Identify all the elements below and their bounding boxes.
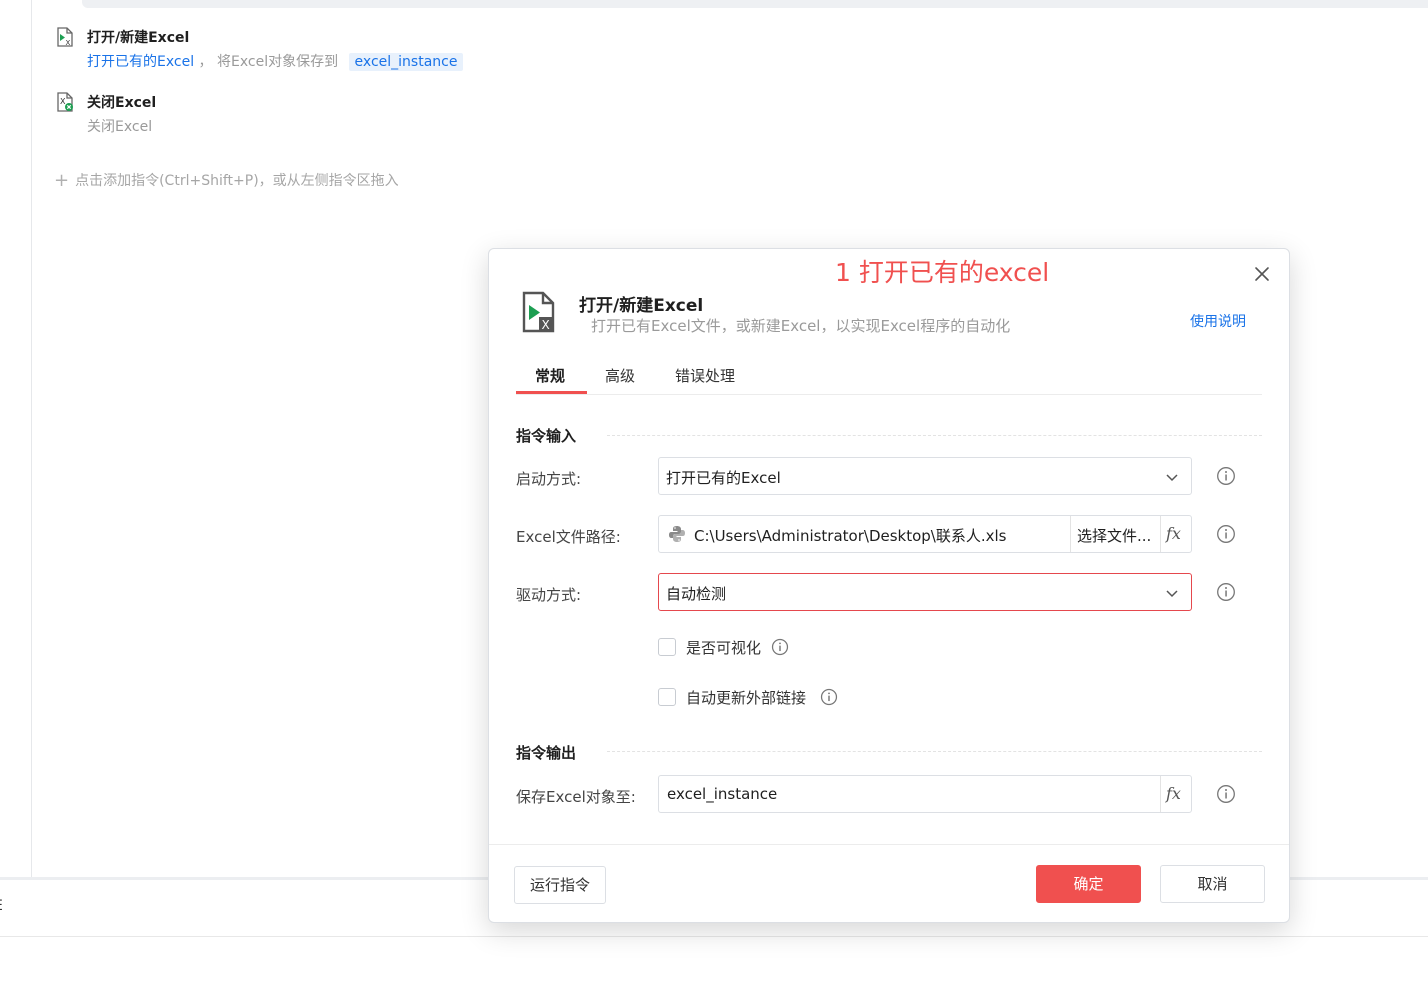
tab-advanced[interactable]: 高级 [605,365,635,386]
tab-general[interactable]: 常规 [535,365,565,386]
add-command-hint[interactable]: + 点击添加指令(Ctrl+Shift+P)，或从左侧指令区拖入 [54,170,399,191]
excel-close-icon: X [57,92,73,112]
save-to-label: 保存Excel对象至: [516,788,636,806]
visible-checkbox[interactable] [658,638,676,656]
chevron-down-icon [1166,590,1178,598]
driver-label: 驱动方式: [516,586,582,604]
info-icon[interactable] [1216,466,1236,486]
info-icon[interactable] [1216,784,1236,804]
active-tab-indicator [516,391,587,394]
tab-error-handling[interactable]: 错误处理 [675,365,735,386]
run-command-button[interactable]: 运行指令 [514,866,606,904]
update-links-label: 自动更新外部链接 [686,689,807,707]
dialog-subtitle: 打开已有Excel文件，或新建Excel，以实现Excel程序的自动化 [591,317,1011,335]
launch-mode-value: 打开已有的Excel [666,469,781,487]
footer-divider [489,844,1289,845]
field-divider [1160,516,1161,552]
help-link[interactable]: 使用说明 [1190,311,1246,331]
output-section-title: 指令输出 [516,744,577,762]
fx-button[interactable]: fx [1166,784,1181,803]
info-icon[interactable] [1216,582,1236,602]
command-title: 关闭Excel [87,95,157,111]
save-to-input[interactable]: excel_instance fx [658,775,1192,813]
command-description: 打开已有的Excel ， 将Excel对象保存到 excel_instance [87,51,464,71]
chevron-down-icon [1166,474,1178,482]
bottom-panel-divider [0,936,1428,937]
svg-text:X: X [60,97,66,106]
section-divider [607,435,1262,436]
info-icon[interactable] [1216,524,1236,544]
command-mode-link[interactable]: 打开已有的Excel [87,54,194,70]
input-section-title: 指令输入 [516,427,577,445]
launch-mode-label: 启动方式: [516,470,582,488]
visible-label: 是否可视化 [686,639,762,657]
excel-open-icon: X [57,27,73,47]
python-icon [669,526,685,542]
info-icon[interactable] [771,638,789,656]
top-toolbar-strip [82,0,1428,8]
fx-button[interactable]: fx [1166,524,1181,543]
close-icon[interactable] [1251,263,1273,285]
variable-chip[interactable]: excel_instance [348,53,464,71]
dialog-title: 打开/新建Excel [579,296,704,316]
open-excel-dialog: 1 打开已有的excel X 打开/新建Excel 打开已有Excel文件，或新… [488,248,1290,923]
save-to-value: excel_instance [667,785,778,803]
svg-text:X: X [542,318,550,332]
svg-text:X: X [66,39,71,47]
file-path-input[interactable]: C:\Users\Administrator\Desktop\联系人.xls 选… [658,515,1192,553]
add-command-hint-text: 点击添加指令(Ctrl+Shift+P)，或从左侧指令区拖入 [75,173,399,189]
driver-select[interactable]: 自动检测 [658,573,1192,611]
bottom-panel-label: E [0,898,3,914]
field-divider [1160,776,1161,812]
command-title: 打开/新建Excel [87,30,190,46]
file-path-value: C:\Users\Administrator\Desktop\联系人.xls [694,527,1007,545]
confirm-button[interactable]: 确定 [1036,865,1141,903]
info-icon[interactable] [820,688,838,706]
choose-file-button[interactable]: 选择文件... [1077,525,1151,546]
editor-left-rule [31,0,32,878]
file-path-label: Excel文件路径: [516,528,621,546]
command-desc-text: ， 将Excel对象保存到 [198,54,339,70]
section-divider [607,751,1262,752]
annotation-text: 1 打开已有的excel [835,258,1050,287]
update-links-checkbox[interactable] [658,688,676,706]
driver-value: 自动检测 [666,585,727,603]
plus-icon: + [54,170,70,191]
dialog-tabs: 常规 高级 错误处理 [516,357,1262,395]
cancel-button[interactable]: 取消 [1160,865,1265,903]
field-divider [1070,516,1071,552]
excel-open-icon: X [522,291,555,333]
command-description: 关闭Excel [87,119,153,135]
launch-mode-select[interactable]: 打开已有的Excel [658,457,1192,495]
